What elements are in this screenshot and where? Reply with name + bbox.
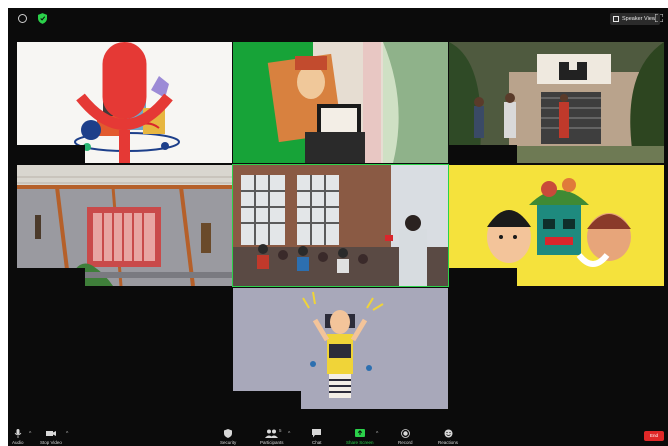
video-tile-7[interactable]	[233, 288, 448, 409]
classroom-scene	[233, 165, 448, 286]
shield-icon[interactable]	[38, 13, 47, 24]
speaker-view-grid-icon	[613, 16, 619, 22]
video-tile-4[interactable]	[17, 165, 232, 286]
microphone-icon	[14, 429, 22, 438]
participant-name-bar	[233, 391, 301, 409]
reactions-button[interactable]: Reactions	[438, 429, 458, 445]
video-camera-icon	[45, 431, 56, 436]
speaker-view-label: Speaker View	[622, 16, 656, 22]
participant-name-bar	[449, 145, 517, 163]
zoom-meeting-window: Speaker View Audio ^ Stop Video ^ Securi…	[8, 8, 668, 446]
participants-icon	[264, 429, 278, 438]
fullscreen-icon[interactable]	[655, 14, 663, 22]
share-screen-label: Share Screen	[346, 440, 374, 445]
audio-button[interactable]: Audio	[12, 429, 24, 445]
video-tile-5-active-speaker[interactable]	[232, 164, 449, 287]
video-tile-2[interactable]	[233, 42, 448, 163]
participant-name-bar	[449, 268, 517, 286]
info-icon[interactable]	[18, 14, 27, 23]
chat-label: Chat	[312, 440, 322, 445]
speaker-view-button[interactable]: Speaker View	[610, 13, 660, 25]
meeting-controls-toolbar: Audio ^ Stop Video ^ Security Participan…	[8, 428, 668, 446]
muted-microphone-icon	[76, 42, 173, 163]
audio-options-chevron-icon[interactable]: ^	[29, 431, 31, 437]
end-meeting-button[interactable]: End	[644, 431, 664, 441]
participant-name-bar	[17, 268, 85, 286]
reading-person-scene	[233, 42, 448, 163]
top-bar: Speaker View	[8, 8, 668, 30]
participants-options-chevron-icon[interactable]: ^	[288, 431, 290, 437]
video-tile-6[interactable]	[449, 165, 664, 286]
reactions-label: Reactions	[438, 440, 459, 445]
record-label: Record	[398, 440, 413, 445]
share-options-chevron-icon[interactable]: ^	[376, 431, 378, 437]
chat-button[interactable]: Chat	[312, 429, 322, 445]
record-icon	[400, 429, 410, 438]
chat-bubble-icon	[312, 429, 322, 438]
video-options-chevron-icon[interactable]: ^	[66, 431, 68, 437]
security-label: Security	[220, 440, 237, 445]
stop-video-label: Stop Video	[40, 440, 62, 445]
audio-label: Audio	[12, 440, 24, 445]
security-button[interactable]: Security	[220, 429, 236, 445]
reactions-icon	[444, 429, 452, 438]
video-tile-3[interactable]	[449, 42, 664, 163]
record-button[interactable]: Record	[398, 429, 413, 445]
shield-icon	[224, 429, 233, 438]
video-tile-1[interactable]	[17, 42, 232, 163]
participants-label: Participants	[260, 440, 284, 445]
share-screen-button[interactable]: Share Screen	[346, 429, 374, 445]
participants-count: 5	[279, 428, 282, 433]
share-screen-icon	[354, 429, 365, 437]
stop-video-button[interactable]: Stop Video	[40, 429, 62, 445]
